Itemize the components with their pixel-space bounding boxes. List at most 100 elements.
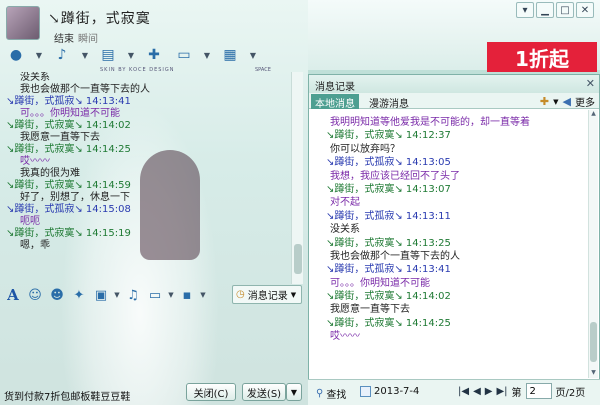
contact-signature: 结束 瞬间: [54, 30, 98, 45]
message-text: 我也会做那个一直等下去的人: [20, 84, 150, 95]
message-header: ↘蹲街，式寂寞↘ 14:13:07: [326, 183, 451, 195]
chevron-down-icon[interactable]: ▼: [248, 44, 258, 66]
record-list[interactable]: 我明明知道等他爱我是不可能的，却一直等着 ↘蹲街，式寂寞↘ 14:12:37 你可以…: [326, 116, 588, 378]
message-text: 哎〰〰: [330, 331, 360, 343]
gift-icon[interactable]: ✦: [70, 286, 88, 304]
chevron-down-icon[interactable]: ▼: [34, 44, 44, 66]
chat-history[interactable]: 没关系 我也会做那个一直等下去的人 ↘蹲街，式孤寂↘ 14:13:41 可。。。你明知…: [0, 72, 290, 282]
panel-title: 消息记录: [309, 75, 599, 93]
message-header: ↘蹲街，式寂寞↘ 14:14:25: [326, 317, 451, 329]
message-header: ↘蹲街，式孤寂↘ 14:13:41: [6, 96, 131, 107]
message-header: ↘蹲街，式孤寂↘ 14:15:08: [6, 204, 131, 215]
tools-icon[interactable]: ▪: [178, 286, 196, 304]
message-record-label: 消息记录: [247, 291, 288, 302]
voice-call-icon[interactable]: ♪: [50, 44, 74, 66]
tab-roaming-messages[interactable]: 漫游消息: [365, 94, 413, 110]
maximize-button[interactable]: □: [556, 2, 574, 18]
music-icon[interactable]: ♫: [124, 286, 142, 304]
ad-banner[interactable]: 1折起: [487, 42, 597, 72]
message-header: ↘蹲街，式寂寞↘ 14:14:02: [6, 120, 131, 131]
send-button[interactable]: 发送(S): [242, 383, 286, 401]
message-text: 没关系: [20, 72, 50, 83]
shake-icon[interactable]: ☻: [48, 286, 66, 304]
find-button[interactable]: ⚲ 查找: [316, 386, 346, 401]
page-suffix: 页/2页: [555, 387, 586, 399]
next-page-icon[interactable]: ▶: [485, 386, 493, 397]
file-transfer-icon[interactable]: ▤: [96, 44, 120, 66]
message-text: 呃呃: [20, 216, 40, 227]
message-header: ↘蹲街，式孤寂↘ 14:13:11: [326, 210, 451, 222]
chevron-down-icon[interactable]: ▼: [126, 44, 136, 66]
tab-local-messages[interactable]: 本地消息: [311, 94, 359, 110]
page-number-input[interactable]: [525, 383, 552, 399]
record-scrollbar[interactable]: ▲ ▼: [588, 110, 598, 378]
find-label: 查找: [326, 390, 347, 401]
prev-page-icon[interactable]: ◀: [473, 386, 481, 397]
message-text: 我愿意一直等下去: [330, 304, 410, 316]
chevron-down-icon[interactable]: ▼: [168, 286, 174, 304]
message-text: 我明明知道等他爱我是不可能的，却一直等着: [330, 117, 530, 128]
close-window-button[interactable]: ✕: [576, 2, 594, 18]
date-picker[interactable]: 2013-7-4: [360, 386, 419, 397]
send-options-button[interactable]: ▼: [286, 383, 302, 401]
message-header: ↘蹲街，式寂寞↘ 14:14:02: [326, 291, 451, 303]
remote-desktop-icon[interactable]: ▭: [172, 44, 196, 66]
menu-button[interactable]: ▾: [516, 2, 534, 18]
chat-scrollbar[interactable]: [291, 72, 303, 284]
message-header: ↘蹲街，式孤寂↘ 14:13:05: [326, 157, 451, 169]
message-text: 没关系: [330, 224, 360, 236]
close-button[interactable]: 关闭(C): [186, 383, 236, 401]
chevron-down-icon[interactable]: ▼: [553, 98, 558, 106]
message-text: 对不起: [330, 197, 360, 209]
chevron-down-icon[interactable]: ▼: [114, 286, 120, 304]
message-input[interactable]: [0, 306, 304, 380]
message-text: 哎〰〰: [20, 156, 50, 167]
calendar-icon: [360, 386, 371, 397]
message-text: 好了，别想了，休息一下: [20, 192, 130, 203]
message-text: 你可以放弃吗？: [330, 143, 400, 155]
message-header: ↘蹲街，式寂寞↘ 14:14:25: [6, 144, 131, 155]
scrollbar-thumb[interactable]: [590, 322, 597, 362]
message-text: 我愿意一直等下去: [20, 132, 100, 143]
video-call-icon[interactable]: ●: [4, 44, 28, 66]
scrollbar-thumb[interactable]: [294, 244, 302, 274]
page-prefix: 第: [511, 387, 522, 399]
scroll-up-icon[interactable]: ▲: [589, 110, 598, 119]
message-text: 可。。。你明知道不可能: [20, 108, 120, 119]
chevron-down-icon[interactable]: ▼: [80, 44, 90, 66]
apps-icon[interactable]: ▦: [218, 44, 242, 66]
clock-icon: ◷: [236, 289, 245, 300]
message-record-button[interactable]: ◷ 消息记录 ▼: [232, 285, 302, 304]
add-icon[interactable]: ✚: [540, 95, 549, 108]
chevron-down-icon[interactable]: ▼: [200, 286, 206, 304]
more-button[interactable]: 更多: [575, 94, 595, 109]
font-icon[interactable]: A: [4, 286, 22, 304]
message-header: ↘蹲街，式寂寞↘ 14:15:19: [6, 228, 131, 239]
message-text: 可。。。你明知道不可能: [330, 277, 430, 289]
image-icon[interactable]: ▣: [92, 286, 110, 304]
emoji-icon[interactable]: ☺: [26, 286, 44, 304]
chat-toolbar: ● ▼ ♪ ▼ ▤ ▼ ✚ ▭ ▼ ▦ ▼: [4, 44, 258, 66]
record-footer: ⚲ 查找 2013-7-4 |◀ ◀ ▶ ▶| 第 页/2页: [308, 379, 600, 405]
avatar[interactable]: [6, 6, 40, 40]
message-text: 我也会做那个一直等下去的人: [330, 250, 460, 262]
message-header: ↘蹲街，式寂寞↘ 14:13:25: [326, 237, 451, 249]
window-controls: ▾ ▁ □ ✕: [516, 2, 594, 18]
message-text: 嗯，乖: [20, 240, 50, 251]
pager: |◀ ◀ ▶ ▶| 第 页/2页: [458, 383, 585, 399]
message-text: 我想，我应该已经回不了头了: [330, 170, 460, 182]
message-header: ↘蹲街，式寂寞↘ 14:14:59: [6, 180, 131, 191]
ad-text[interactable]: 货到付款7折包邮板鞋豆豆鞋: [4, 388, 130, 403]
speaker-icon[interactable]: ◀: [563, 95, 571, 108]
add-contact-icon[interactable]: ✚: [142, 44, 166, 66]
scroll-down-icon[interactable]: ▼: [589, 369, 598, 378]
first-page-icon[interactable]: |◀: [458, 386, 469, 397]
panel-title-text: 消息记录: [315, 82, 355, 93]
contact-name: ↘蹲街，式寂寞: [48, 11, 151, 27]
chevron-down-icon[interactable]: ▼: [202, 44, 212, 66]
close-icon[interactable]: ✕: [586, 77, 595, 90]
minimize-button[interactable]: ▁: [536, 2, 554, 18]
date-value: 2013-7-4: [374, 386, 420, 397]
last-page-icon[interactable]: ▶|: [496, 386, 507, 397]
screenshot-icon[interactable]: ▭: [146, 286, 164, 304]
